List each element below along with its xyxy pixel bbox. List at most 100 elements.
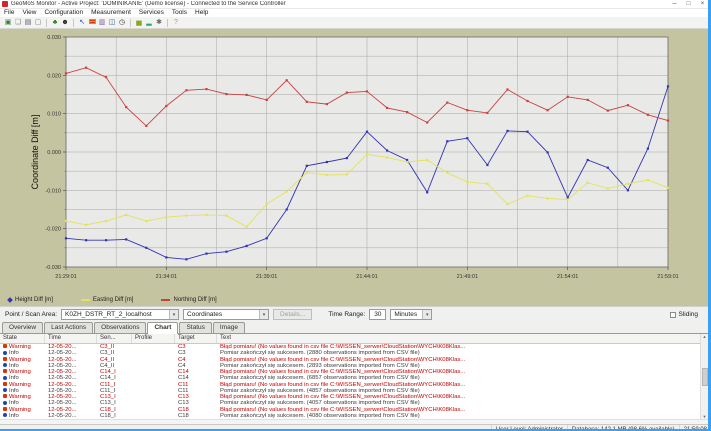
menu-item-view[interactable]: View [18, 9, 40, 17]
svg-text:0.000: 0.000 [47, 150, 61, 156]
log-column-header[interactable]: Time [45, 334, 97, 343]
legend-marker-icon [161, 299, 170, 301]
log-column-header[interactable]: Text [217, 334, 711, 343]
warning-icon [3, 407, 7, 411]
scroll-down-icon[interactable]: ▼ [703, 414, 707, 419]
info-icon [3, 401, 7, 405]
sensor-tree-icon[interactable]: ♣ [50, 18, 60, 28]
point-select[interactable]: K0ZH_DSTR_RT_2_localhost ▾ [61, 309, 179, 320]
chevron-down-icon: ▾ [169, 310, 178, 319]
tools-icon[interactable]: ✱ [154, 18, 164, 28]
tab-image[interactable]: Image [213, 322, 245, 333]
help-icon[interactable]: ? [171, 18, 181, 28]
print-icon[interactable]: ▤ [23, 18, 33, 28]
window-title: GeoMoS Monitor - Active Project: 'DOMINI… [11, 1, 665, 7]
point-scan-area-label: Point / Scan Area: [5, 311, 57, 318]
tab-observations[interactable]: Observations [94, 322, 146, 333]
log-column-header[interactable]: State [0, 334, 45, 343]
menu-item-measurement[interactable]: Measurement [87, 9, 135, 17]
log-table-body: Warning12-05-20...C3_IIC3Błąd pomiaru! (… [0, 344, 711, 419]
menu-item-services[interactable]: Services [135, 9, 168, 17]
legend-item: Easting Diff [m] [81, 297, 134, 303]
geomos-monitor-window: { "window": { "title": "GeoMoS Monitor -… [0, 0, 711, 431]
copy-icon[interactable]: ❏ [13, 18, 23, 28]
clock-icon[interactable]: ◷ [117, 18, 127, 28]
details-button[interactable]: Details... [273, 309, 312, 320]
chevron-down-icon: ▾ [422, 310, 431, 319]
svg-text:0.010: 0.010 [47, 112, 61, 118]
menu-bar: FileViewConfigurationMeasurementServices… [0, 9, 711, 17]
layout-icon[interactable]: ◫ [107, 18, 117, 28]
chart-view-icon[interactable]: ▂ [144, 18, 154, 28]
log-cell-text: Pomiar zakończył się sukcesem. (4080 obs… [217, 413, 711, 419]
time-range-input[interactable]: 30 [369, 309, 386, 320]
svg-text:0.030: 0.030 [47, 35, 61, 41]
time-range-label: Time Range: [328, 311, 365, 318]
menu-item-configuration[interactable]: Configuration [40, 9, 87, 17]
info-icon [3, 376, 7, 380]
project-icon[interactable]: ▣ [3, 18, 13, 28]
log-cell-time: 12-05-20... [45, 413, 97, 419]
legend-label: Height Diff [m] [15, 297, 53, 303]
svg-text:21:34:01: 21:34:01 [156, 274, 177, 280]
tab-chart[interactable]: Chart [147, 322, 178, 334]
user-icon[interactable]: ☻ [60, 18, 70, 28]
svg-text:-0.020: -0.020 [45, 227, 61, 233]
report-icon[interactable]: ▢ [33, 18, 43, 28]
chevron-down-icon: ▾ [259, 310, 268, 319]
cursor-icon[interactable]: ↖ [77, 18, 87, 28]
legend-item: Height Diff [m] [8, 297, 53, 303]
legend-marker-icon [81, 299, 90, 301]
minimize-button[interactable]: ─ [668, 0, 681, 8]
log-column-header[interactable]: Target [175, 334, 217, 343]
view-type-select[interactable]: Coordinates ▾ [183, 309, 269, 320]
chart-panel: -0.030-0.020-0.0100.0000.0100.0200.03021… [0, 29, 711, 306]
log-cell-state: Info [0, 413, 45, 419]
legend-label: Northing Diff [m] [173, 297, 216, 303]
log-column-header[interactable]: Sen... [97, 334, 132, 343]
svg-text:21:54:01: 21:54:01 [557, 274, 578, 280]
toolbar: ▣❏▤▢ ♣☻ ↖ ▥◫◷ ▅▂✱? [0, 17, 711, 29]
checkbox-icon [670, 312, 676, 318]
legend-item: Northing Diff [m] [161, 297, 216, 303]
legend-marker-icon [7, 297, 13, 303]
warning-icon [3, 394, 7, 398]
info-icon [3, 413, 7, 417]
warning-icon [3, 369, 7, 373]
log-table-header: StateTimeSen...ProfileTargetText [0, 334, 711, 344]
app-icon [2, 1, 8, 7]
info-icon [3, 363, 7, 367]
log-cell-sensor: C18_I [97, 413, 132, 419]
tab-last-actions[interactable]: Last Actions [44, 322, 93, 333]
scroll-up-icon[interactable]: ▲ [703, 334, 707, 339]
title-bar: GeoMoS Monitor - Active Project: 'DOMINI… [0, 0, 711, 9]
log-column-header[interactable]: Profile [132, 334, 175, 343]
scrollbar-thumb[interactable] [702, 368, 708, 386]
screen-icon[interactable]: ▥ [97, 18, 107, 28]
toolbar-separator [167, 19, 168, 27]
flag-icon[interactable] [87, 18, 97, 28]
svg-text:21:44:01: 21:44:01 [356, 274, 377, 280]
menu-item-file[interactable]: File [0, 9, 18, 17]
log-cell-target: C18 [175, 413, 217, 419]
maximize-button[interactable]: □ [682, 0, 695, 8]
tab-status[interactable]: Status [179, 322, 211, 333]
toolbar-separator [73, 19, 74, 27]
svg-text:21:29:01: 21:29:01 [55, 274, 76, 280]
warning-icon [3, 344, 7, 348]
tab-overview[interactable]: Overview [2, 322, 43, 333]
log-row[interactable]: Info12-05-20...C18_I C18Pomiar zakończył … [0, 413, 711, 419]
chart-analysis-icon[interactable]: ▅ [134, 18, 144, 28]
menu-item-help[interactable]: Help [191, 9, 212, 17]
chart-legend: Height Diff [m] Easting Diff [m] Northing … [8, 295, 217, 304]
log-scrollbar[interactable]: ▲ ▼ [700, 334, 708, 419]
sliding-checkbox[interactable]: Sliding [670, 311, 698, 318]
warning-icon [3, 382, 7, 386]
svg-text:-0.010: -0.010 [45, 188, 61, 194]
tab-strip: OverviewLast ActionsObservationsChartSta… [0, 322, 711, 334]
event-log-table: StateTimeSen...ProfileTargetText Warning… [0, 334, 711, 419]
svg-text:21:59:01: 21:59:01 [657, 274, 678, 280]
time-unit-select[interactable]: Minutes ▾ [390, 309, 432, 320]
menu-item-tools[interactable]: Tools [168, 9, 191, 17]
svg-text:21:49:01: 21:49:01 [457, 274, 478, 280]
